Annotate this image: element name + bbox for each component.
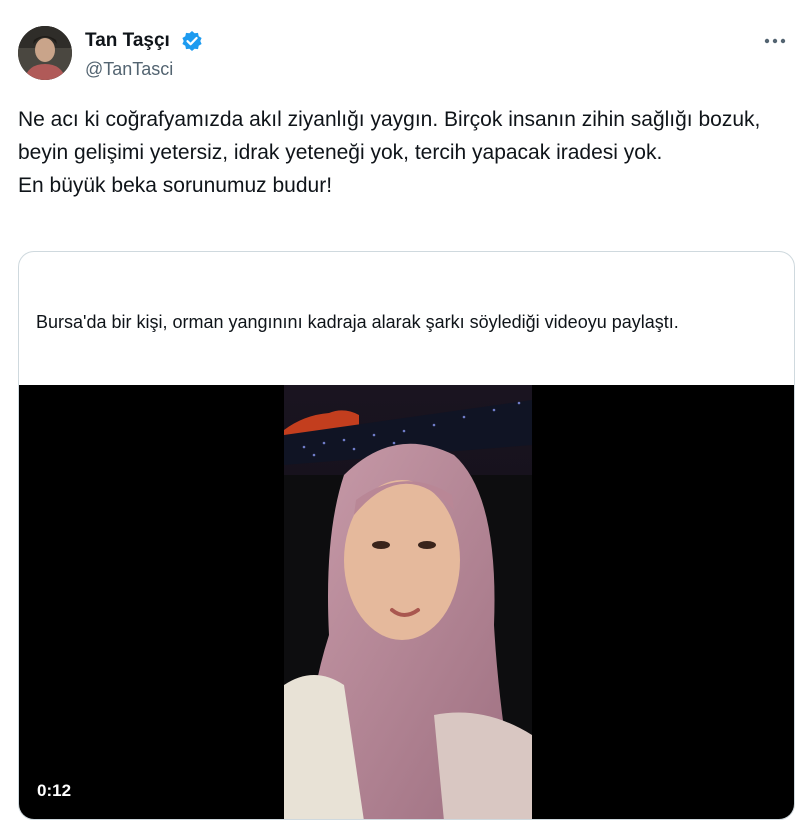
tweet-header: Tan Taşçı @TanTasci bbox=[18, 26, 788, 82]
video-thumbnail bbox=[284, 385, 532, 819]
tweet-text: Ne acı ki coğrafyamızda akıl ziyanlığı y… bbox=[18, 103, 788, 202]
card-caption: Bursa'da bir kişi, orman yangınını kadra… bbox=[36, 312, 679, 332]
quoted-card[interactable]: Bursa'da bir kişi, orman yangınını kadra… bbox=[18, 251, 795, 820]
author-handle[interactable]: @TanTasci bbox=[85, 59, 173, 80]
tweet-paragraph: En büyük beka sorunumuz budur! bbox=[18, 174, 333, 197]
video-duration: 0:12 bbox=[37, 781, 72, 800]
more-options-button[interactable] bbox=[762, 28, 788, 54]
verified-badge-icon bbox=[181, 30, 203, 52]
more-horizontal-icon bbox=[764, 38, 786, 44]
video-player[interactable]: 0:12 bbox=[19, 385, 794, 819]
author-name[interactable]: Tan Taşçı bbox=[85, 30, 170, 52]
tweet-paragraph: Ne acı ki coğrafyamızda akıl ziyanlığı y… bbox=[18, 108, 761, 164]
avatar[interactable] bbox=[18, 26, 72, 80]
